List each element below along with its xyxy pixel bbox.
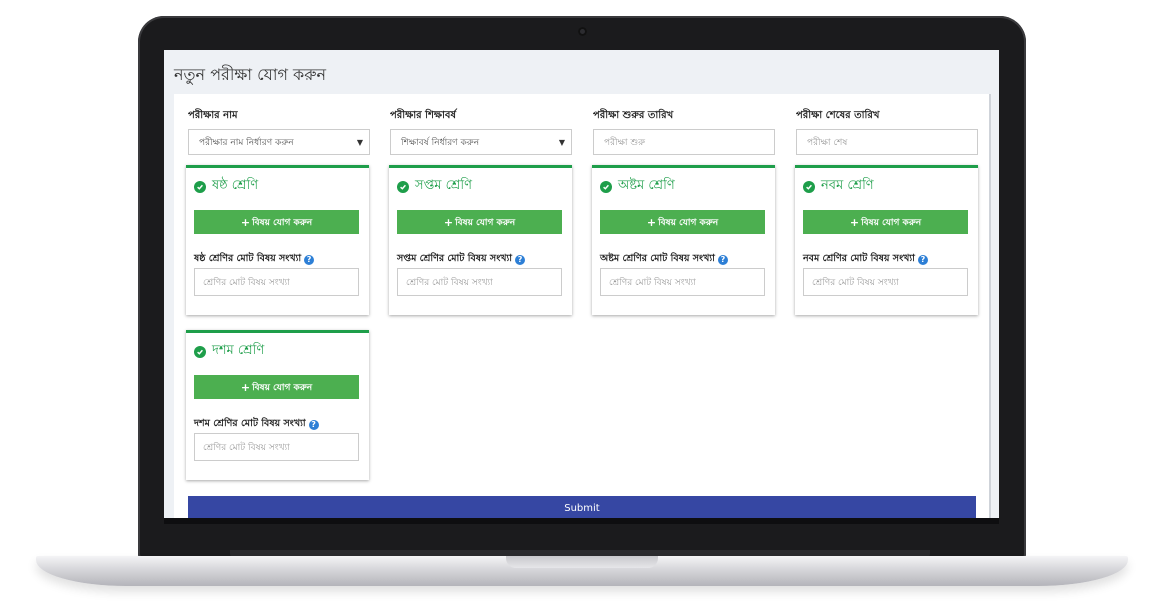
panel-title: নবম শ্রেণি bbox=[821, 178, 874, 193]
question-circle-icon[interactable]: ? bbox=[304, 254, 315, 265]
class-panel-eight: অষ্টম শ্রেণি + বিষয় যোগ করুন অষ্টম শ্রেণ… bbox=[592, 165, 775, 315]
subject-count-label-text: অষ্টম শ্রেণির মোট বিষয় সংখ্যা bbox=[600, 253, 715, 264]
panel-title: দশম শ্রেণি bbox=[212, 343, 265, 358]
page-title: নতুন পরীক্ষা যোগ করুন bbox=[174, 65, 327, 84]
add-subject-button[interactable]: + বিষয় যোগ করুন bbox=[194, 210, 359, 234]
add-subject-button[interactable]: + বিষয় যোগ করুন bbox=[397, 210, 562, 234]
screen-bezel-bottom bbox=[164, 518, 999, 524]
question-circle-icon[interactable]: ? bbox=[717, 254, 728, 265]
add-subject-button[interactable]: + বিষয় যোগ করুন bbox=[194, 375, 359, 399]
subject-count-input[interactable]: শ্রেণির মোট বিষয় সংখ্যা bbox=[194, 433, 359, 461]
subject-count-input[interactable]: শ্রেণির মোট বিষয় সংখ্যা bbox=[600, 268, 765, 296]
exam-name-field: পরীক্ষার নাম পরীক্ষার নাম নির্ধারণ করুন … bbox=[188, 108, 370, 155]
class-panel-seven: সপ্তম শ্রেণি + বিষয় যোগ করুন সপ্তম শ্রেণ… bbox=[389, 165, 572, 315]
subject-count-label-text: সপ্তম শ্রেণির মোট বিষয় সংখ্যা bbox=[397, 253, 513, 264]
end-date-placeholder: পরীক্ষা শেষ bbox=[807, 137, 848, 148]
panel-header: ষষ্ঠ শ্রেণি bbox=[194, 176, 258, 197]
add-subject-button[interactable]: + বিষয় যোগ করুন bbox=[600, 210, 765, 234]
add-subject-label: বিষয় যোগ করুন bbox=[455, 217, 516, 228]
subject-count-label: সপ্তম শ্রেণির মোট বিষয় সংখ্যা? bbox=[397, 252, 526, 267]
subject-count-placeholder: শ্রেণির মোট বিষয় সংখ্যা bbox=[812, 277, 899, 288]
add-subject-button[interactable]: + বিষয় যোগ করুন bbox=[803, 210, 968, 234]
exam-name-select-value: পরীক্ষার নাম নির্ধারণ করুন bbox=[199, 137, 294, 148]
panel-header: নবম শ্রেণি bbox=[803, 176, 874, 197]
plus-icon: + bbox=[240, 380, 251, 394]
exam-year-select-value: শিক্ষাবর্ষ নির্ধারণ করুন bbox=[401, 137, 480, 148]
exam-year-label: পরীক্ষার শিক্ষাবর্ষ bbox=[390, 110, 456, 121]
check-circle-icon bbox=[194, 345, 206, 358]
add-subject-label: বিষয় যোগ করুন bbox=[252, 217, 313, 228]
subject-count-label-text: ষষ্ঠ শ্রেণির মোট বিষয় সংখ্যা bbox=[194, 253, 302, 264]
laptop-base-notch bbox=[506, 556, 658, 568]
panel-header: সপ্তম শ্রেণি bbox=[397, 176, 472, 197]
exam-name-label: পরীক্ষার নাম bbox=[188, 110, 238, 121]
subject-count-label: ষষ্ঠ শ্রেণির মোট বিষয় সংখ্যা? bbox=[194, 252, 315, 267]
subject-count-placeholder: শ্রেণির মোট বিষয় সংখ্যা bbox=[609, 277, 696, 288]
plus-icon: + bbox=[646, 215, 657, 229]
subject-count-label-text: দশম শ্রেণির মোট বিষয় সংখ্যা bbox=[194, 418, 306, 429]
plus-icon: + bbox=[240, 215, 251, 229]
panel-title: ষষ্ঠ শ্রেণি bbox=[212, 178, 259, 193]
question-circle-icon[interactable]: ? bbox=[917, 254, 928, 265]
chevron-down-icon: ▼ bbox=[356, 138, 363, 147]
exam-form-card: পরীক্ষার নাম পরীক্ষার নাম নির্ধারণ করুন … bbox=[174, 94, 991, 518]
add-subject-label: বিষয় যোগ করুন bbox=[658, 217, 719, 228]
check-circle-icon bbox=[194, 180, 206, 193]
start-date-field: পরীক্ষা শুরুর তারিখ পরীক্ষা শুরু bbox=[593, 108, 775, 155]
submit-button[interactable]: Submit bbox=[188, 496, 976, 518]
panel-title: অষ্টম শ্রেণি bbox=[618, 178, 675, 193]
panel-title: সপ্তম শ্রেণি bbox=[415, 178, 472, 193]
panel-header: দশম শ্রেণি bbox=[194, 341, 264, 362]
subject-count-input[interactable]: শ্রেণির মোট বিষয় সংখ্যা bbox=[803, 268, 968, 296]
subject-count-placeholder: শ্রেণির মোট বিষয় সংখ্যা bbox=[203, 277, 290, 288]
class-panel-nine: নবম শ্রেণি + বিষয় যোগ করুন নবম শ্রেণির ম… bbox=[795, 165, 978, 315]
add-subject-label: বিষয় যোগ করুন bbox=[252, 382, 313, 393]
check-circle-icon bbox=[600, 180, 612, 193]
question-circle-icon[interactable]: ? bbox=[515, 254, 526, 265]
start-date-label: পরীক্ষা শুরুর তারিখ bbox=[593, 110, 674, 121]
exam-year-select[interactable]: শিক্ষাবর্ষ নির্ধারণ করুন ▼ bbox=[390, 129, 572, 155]
end-date-label: পরীক্ষা শেষের তারিখ bbox=[796, 110, 880, 121]
plus-icon: + bbox=[849, 215, 860, 229]
subject-count-label: অষ্টম শ্রেণির মোট বিষয় সংখ্যা? bbox=[600, 252, 728, 267]
exam-year-field: পরীক্ষার শিক্ষাবর্ষ শিক্ষাবর্ষ নির্ধারণ … bbox=[390, 108, 572, 155]
check-circle-icon bbox=[803, 180, 815, 193]
exam-name-select[interactable]: পরীক্ষার নাম নির্ধারণ করুন ▼ bbox=[188, 129, 370, 155]
subject-count-input[interactable]: শ্রেণির মোট বিষয় সংখ্যা bbox=[194, 268, 359, 296]
question-circle-icon[interactable]: ? bbox=[308, 419, 319, 430]
screen: নতুন পরীক্ষা যোগ করুন পরীক্ষার নাম পরীক্… bbox=[164, 50, 999, 518]
start-date-input[interactable]: পরীক্ষা শুরু bbox=[593, 129, 775, 155]
subject-count-label-text: নবম শ্রেণির মোট বিষয় সংখ্যা bbox=[803, 253, 915, 264]
subject-count-placeholder: শ্রেণির মোট বিষয় সংখ্যা bbox=[406, 277, 493, 288]
plus-icon: + bbox=[443, 215, 454, 229]
check-circle-icon bbox=[397, 180, 409, 193]
webcam bbox=[578, 27, 587, 36]
subject-count-placeholder: শ্রেণির মোট বিষয় সংখ্যা bbox=[203, 442, 290, 453]
class-panel-six: ষষ্ঠ শ্রেণি + বিষয় যোগ করুন ষষ্ঠ শ্রেণির… bbox=[186, 165, 369, 315]
class-panel-ten: দশম শ্রেণি + বিষয় যোগ করুন দশম শ্রেণির ম… bbox=[186, 330, 369, 480]
start-date-placeholder: পরীক্ষা শুরু bbox=[604, 137, 646, 148]
subject-count-input[interactable]: শ্রেণির মোট বিষয় সংখ্যা bbox=[397, 268, 562, 296]
chevron-down-icon: ▼ bbox=[558, 138, 565, 147]
subject-count-label: নবম শ্রেণির মোট বিষয় সংখ্যা? bbox=[803, 252, 928, 267]
subject-count-label: দশম শ্রেণির মোট বিষয় সংখ্যা? bbox=[194, 417, 319, 432]
panel-header: অষ্টম শ্রেণি bbox=[600, 176, 675, 197]
end-date-field: পরীক্ষা শেষের তারিখ পরীক্ষা শেষ bbox=[796, 108, 978, 155]
end-date-input[interactable]: পরীক্ষা শেষ bbox=[796, 129, 978, 155]
add-subject-label: বিষয় যোগ করুন bbox=[861, 217, 922, 228]
